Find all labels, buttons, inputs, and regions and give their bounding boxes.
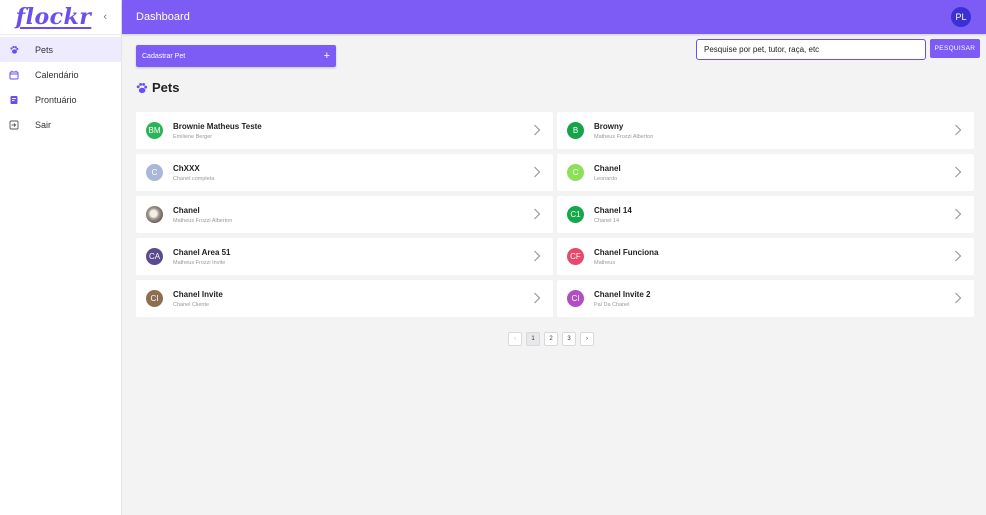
section-heading: Pets [135, 80, 179, 95]
pet-card[interactable]: CI Chanel Invite 2 Pai Da Chanel [557, 280, 974, 317]
user-avatar[interactable]: PL [951, 7, 971, 27]
chevron-right-icon [534, 124, 541, 136]
pet-owner: Chanel completa [173, 175, 215, 182]
pet-avatar: C [146, 164, 163, 181]
pet-owner: Chanel Cliente [173, 301, 210, 308]
page-button-3[interactable]: 3 [562, 332, 576, 346]
pet-card[interactable]: C1 Chanel 14 Chanel 14 [557, 196, 974, 233]
chevron-right-icon [955, 208, 962, 220]
pet-card[interactable]: BM Brownie Matheus Teste Emiliene Berger [136, 112, 553, 149]
pet-name: Chanel Area 51 [173, 247, 231, 257]
sidebar-item-label: Prontuário [35, 94, 77, 105]
paw-icon [136, 82, 148, 93]
pet-name: Chanel Invite 2 [594, 289, 651, 299]
pet-owner: Matheus [594, 259, 616, 266]
pet-name: Chanel Funciona [594, 247, 659, 257]
pet-avatar: CA [146, 248, 163, 265]
pet-avatar: BM [146, 122, 163, 139]
page-button-1[interactable]: 1 [526, 332, 540, 346]
pet-name: Brownie Matheus Teste [173, 121, 262, 131]
plus-icon: + [323, 50, 330, 62]
record-icon [9, 95, 19, 105]
sidebar-item-calendario[interactable]: Calendário [0, 62, 121, 87]
pet-card[interactable]: B Browny Matheus Frozzi Alberton [557, 112, 974, 149]
pet-name: ChXXX [173, 163, 200, 173]
pet-card[interactable]: C ChXXX Chanel completa [136, 154, 553, 191]
chevron-right-icon [955, 124, 962, 136]
pet-avatar: CI [567, 290, 584, 307]
create-pet-button[interactable]: Cadastrar Pet + [136, 45, 336, 67]
pet-owner: Matheus Frozzi Invite [173, 259, 226, 266]
pet-name: Chanel 14 [594, 205, 632, 215]
brand: flockr ‹ [0, 0, 121, 35]
pet-card[interactable]: Chanel Matheus Frozzi Alberton [136, 196, 553, 233]
pet-name: Browny [594, 121, 624, 131]
next-page-button[interactable]: › [580, 332, 594, 346]
chevron-right-icon [534, 166, 541, 178]
chevron-right-icon [534, 292, 541, 304]
pagination: ‹ 1 2 3 › [508, 332, 594, 346]
pet-card[interactable]: CI Chanel Invite Chanel Cliente [136, 280, 553, 317]
pet-card[interactable]: C Chanel Leonardo [557, 154, 974, 191]
pets-grid: BM Brownie Matheus Teste Emiliene Berger … [136, 112, 974, 317]
create-pet-label: Cadastrar Pet [142, 52, 186, 60]
chevron-right-icon [534, 208, 541, 220]
search-input[interactable] [696, 39, 926, 60]
app-logo[interactable]: flockr [16, 4, 92, 30]
pet-name: Chanel [173, 205, 200, 215]
page-title: Dashboard [136, 11, 190, 23]
page-button-2[interactable]: 2 [544, 332, 558, 346]
pet-owner: Emiliene Berger [173, 133, 213, 140]
main-content: Cadastrar Pet + PESQUISAR Pets BM Browni… [122, 34, 986, 515]
pet-owner: Leonardo [594, 175, 618, 182]
sidebar-nav: Pets Calendário Prontuário Sair [0, 37, 121, 137]
paw-icon [9, 45, 19, 55]
pet-owner: Chanel 14 [594, 217, 620, 224]
pet-card[interactable]: CA Chanel Area 51 Matheus Frozzi Invite [136, 238, 553, 275]
pet-avatar: CF [567, 248, 584, 265]
logout-icon [9, 120, 19, 130]
sidebar-item-label: Pets [35, 44, 54, 55]
chevron-right-icon [955, 292, 962, 304]
pet-avatar: C [567, 164, 584, 181]
pet-name: Chanel [594, 163, 621, 173]
pet-name: Chanel Invite [173, 289, 223, 299]
pet-owner: Matheus Frozzi Alberton [173, 217, 233, 224]
pet-owner: Matheus Frozzi Alberton [594, 133, 654, 140]
chevron-right-icon [955, 250, 962, 262]
pet-card[interactable]: CF Chanel Funciona Matheus [557, 238, 974, 275]
sidebar-item-label: Sair [35, 119, 52, 130]
pet-avatar: C1 [567, 206, 584, 223]
sidebar-item-prontuario[interactable]: Prontuário [0, 87, 121, 112]
top-bar: Dashboard PL [122, 0, 986, 34]
collapse-sidebar-button[interactable]: ‹ [103, 11, 107, 23]
pet-avatar [146, 206, 163, 223]
pet-owner: Pai Da Chanel [594, 301, 630, 308]
calendar-icon [9, 70, 19, 80]
section-title: Pets [152, 80, 180, 95]
search-button[interactable]: PESQUISAR [930, 39, 980, 58]
sidebar: flockr ‹ Pets Calendário Prontuário Sair [0, 0, 122, 515]
prev-page-button[interactable]: ‹ [508, 332, 522, 346]
sidebar-item-pets[interactable]: Pets [0, 37, 121, 62]
sidebar-item-label: Calendário [35, 69, 79, 80]
sidebar-item-sair[interactable]: Sair [0, 112, 121, 137]
pet-avatar: CI [146, 290, 163, 307]
chevron-right-icon [534, 250, 541, 262]
chevron-right-icon [955, 166, 962, 178]
pet-avatar: B [567, 122, 584, 139]
